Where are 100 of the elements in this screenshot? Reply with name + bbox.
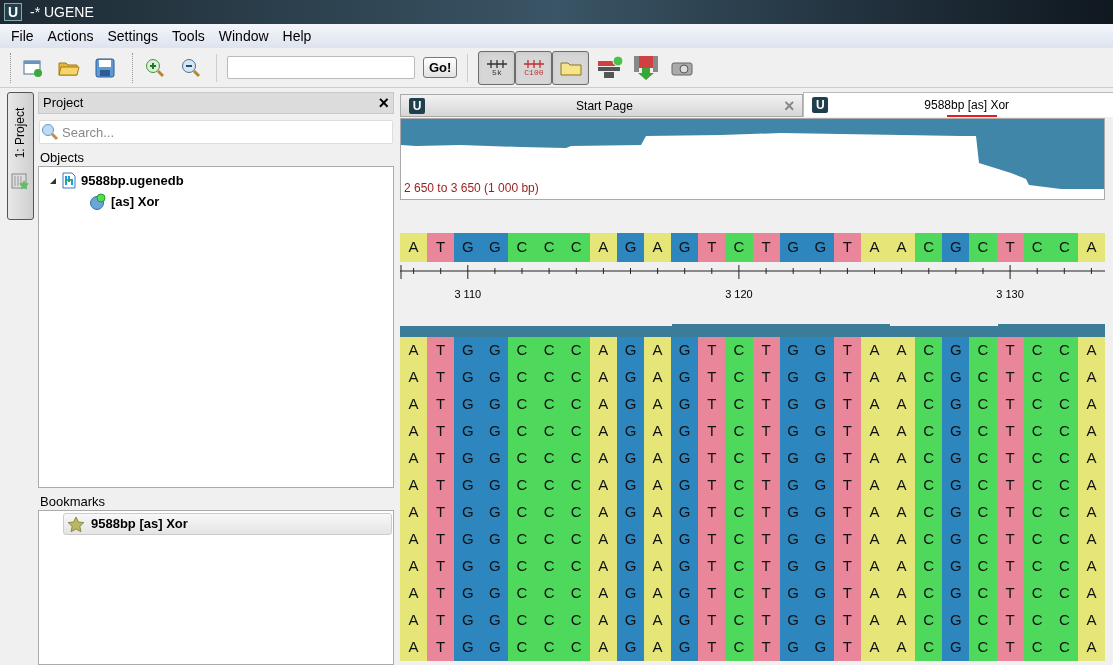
position-field[interactable] bbox=[227, 56, 415, 79]
zoom-out-icon bbox=[181, 57, 201, 78]
menu-item[interactable]: File bbox=[6, 25, 39, 47]
base-cell: T bbox=[752, 337, 780, 364]
base-cell: G bbox=[806, 580, 834, 607]
base-cell: T bbox=[833, 607, 861, 634]
base-cell: G bbox=[671, 418, 699, 445]
ruler-label: 3 130 bbox=[996, 287, 1024, 302]
base-cell: G bbox=[942, 337, 970, 364]
base-cell: A bbox=[860, 553, 889, 580]
base-cell: G bbox=[779, 391, 807, 418]
base-cell: T bbox=[833, 499, 861, 526]
tree-item[interactable]: [as] Xor bbox=[111, 191, 160, 212]
base-cell: G bbox=[942, 634, 970, 661]
base-cell: C bbox=[1050, 445, 1078, 472]
base-cell: T bbox=[427, 472, 455, 499]
base-cell: T bbox=[752, 634, 780, 661]
menu-item[interactable]: Help bbox=[277, 25, 317, 47]
base-cell: G bbox=[481, 472, 509, 499]
expanded-arrow-icon[interactable] bbox=[49, 176, 57, 185]
base-cell: C bbox=[725, 553, 753, 580]
base-cell: G bbox=[671, 634, 699, 661]
base-cell: C bbox=[725, 391, 753, 418]
folder-toggle[interactable] bbox=[552, 50, 590, 85]
tree-item[interactable]: 9588bp.ugenedb bbox=[81, 170, 184, 191]
base-cell: C bbox=[508, 337, 536, 364]
base-cell: G bbox=[942, 391, 970, 418]
base-cell: T bbox=[996, 526, 1024, 553]
base-cell: C bbox=[969, 526, 997, 553]
base-cell: C bbox=[1050, 391, 1078, 418]
base-cell: A bbox=[400, 233, 428, 262]
base-cell: C bbox=[508, 634, 536, 661]
base-cell: G bbox=[779, 472, 807, 499]
go-button[interactable]: Go! bbox=[423, 57, 458, 78]
base-cell: C bbox=[535, 553, 563, 580]
window-title: -* UGENE bbox=[30, 2, 94, 22]
base-cell: T bbox=[833, 233, 861, 262]
ruler-label: 3 110 bbox=[454, 287, 482, 302]
base-cell: A bbox=[589, 445, 617, 472]
ruler-toggle[interactable]: C100 bbox=[515, 50, 553, 85]
base-cell: T bbox=[698, 418, 726, 445]
base-cell: A bbox=[644, 445, 672, 472]
base-cell: T bbox=[996, 499, 1024, 526]
base-cell: A bbox=[644, 607, 672, 634]
close-button[interactable]: × bbox=[378, 94, 389, 112]
base-cell: C bbox=[535, 233, 563, 262]
base-cell: T bbox=[996, 472, 1024, 499]
menu-item[interactable]: Window bbox=[213, 25, 274, 47]
base-cell: G bbox=[454, 553, 482, 580]
base-cell: A bbox=[589, 233, 617, 262]
base-cell: A bbox=[400, 418, 428, 445]
base-cell: C bbox=[1023, 553, 1051, 580]
folder-icon bbox=[559, 59, 582, 76]
base-cell: C bbox=[969, 472, 997, 499]
panel-title: Project bbox=[43, 94, 84, 113]
base-cell: T bbox=[427, 418, 455, 445]
base-cell: G bbox=[616, 445, 645, 472]
base-cell: C bbox=[562, 418, 590, 445]
base-cell: A bbox=[644, 418, 672, 445]
base-cell: A bbox=[1077, 580, 1105, 607]
base-cell: G bbox=[942, 580, 970, 607]
base-cell: T bbox=[996, 580, 1024, 607]
base-cell: T bbox=[427, 634, 455, 661]
tab-label: 9588bp [as] Xor bbox=[923, 97, 1011, 114]
base-cell: T bbox=[833, 634, 861, 661]
bookmark-item[interactable]: 9588bp [as] Xor bbox=[63, 513, 392, 535]
base-cell: A bbox=[860, 233, 889, 262]
base-cell: G bbox=[671, 526, 699, 553]
menu-item[interactable]: Settings bbox=[102, 25, 164, 47]
base-cell: A bbox=[589, 337, 617, 364]
base-cell: C bbox=[508, 580, 536, 607]
base-cell: A bbox=[1077, 553, 1105, 580]
ruler-toggle[interactable]: 5k bbox=[478, 50, 516, 85]
menu-item[interactable]: Tools bbox=[167, 25, 210, 47]
base-cell: T bbox=[833, 391, 861, 418]
base-cell: C bbox=[508, 526, 536, 553]
menu-item[interactable]: Actions bbox=[42, 25, 99, 47]
base-cell: G bbox=[671, 445, 699, 472]
base-cell: G bbox=[779, 499, 807, 526]
project-side-tab[interactable]: 1: Project bbox=[6, 92, 34, 220]
document-tab[interactable]: U 9588bp [as] Xor bbox=[803, 92, 1113, 117]
document-tab[interactable]: U Start Page × bbox=[400, 94, 804, 117]
base-cell: C bbox=[508, 391, 536, 418]
search-field[interactable]: Search... bbox=[39, 120, 393, 144]
base-cell: G bbox=[481, 233, 509, 262]
base-cell: T bbox=[752, 364, 780, 391]
base-cell: A bbox=[888, 337, 916, 364]
camera-icon bbox=[671, 59, 694, 76]
base-cell: C bbox=[535, 445, 563, 472]
base-cell: G bbox=[942, 445, 970, 472]
base-cell: A bbox=[1077, 499, 1105, 526]
base-cell: C bbox=[969, 391, 997, 418]
base-cell: C bbox=[508, 499, 536, 526]
base-cell: C bbox=[535, 526, 563, 553]
base-cell: C bbox=[915, 233, 943, 262]
base-cell: C bbox=[915, 580, 943, 607]
base-cell: C bbox=[562, 580, 590, 607]
base-cell: G bbox=[454, 418, 482, 445]
base-cell: C bbox=[725, 499, 753, 526]
base-cell: G bbox=[616, 364, 645, 391]
